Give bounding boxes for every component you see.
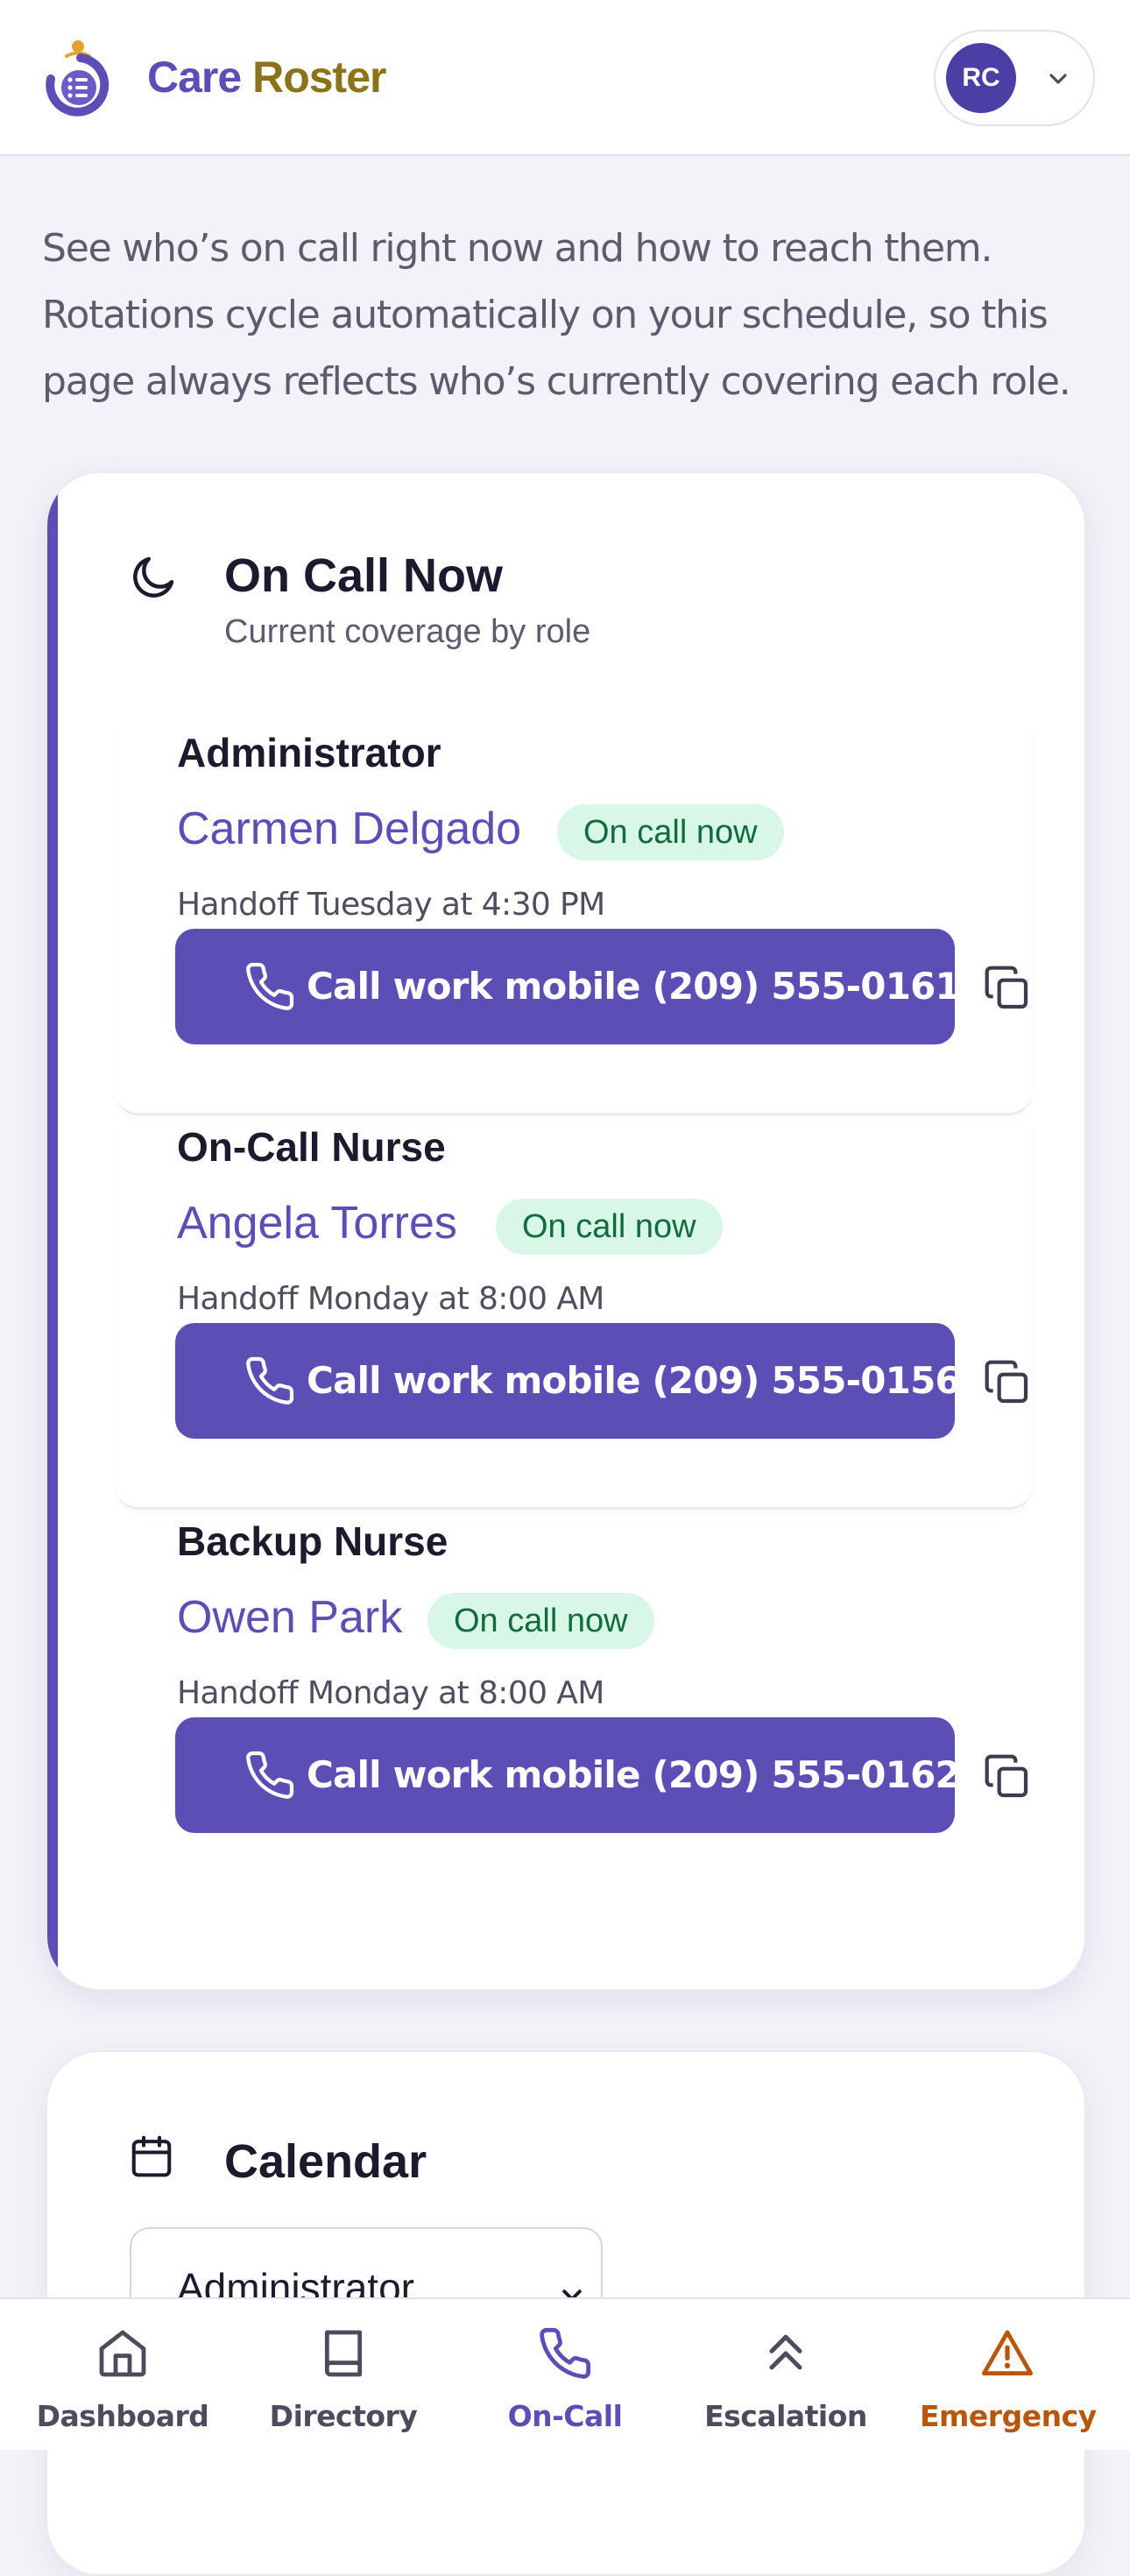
nav-label: Emergency — [920, 2399, 1097, 2433]
nav-label: Dashboard — [36, 2399, 209, 2433]
person-name[interactable]: Angela Torres — [177, 1197, 457, 1249]
nav-escalation[interactable]: Escalation — [698, 2299, 873, 2452]
person-name[interactable]: Carmen Delgado — [177, 803, 521, 855]
calendar-icon — [131, 2135, 172, 2177]
call-button-label: Call work mobile (209) 555-0156 — [307, 1359, 961, 1402]
role-title: Administrator — [177, 730, 441, 775]
nav-emergency[interactable]: Emergency — [920, 2299, 1097, 2452]
app-brand[interactable]: Care Roster — [147, 49, 386, 105]
chevron-down-icon — [1049, 74, 1067, 84]
phone-icon — [246, 1356, 294, 1405]
phone-icon — [540, 2327, 591, 2379]
copy-icon[interactable] — [983, 1752, 1032, 1801]
person-name[interactable]: Owen Park — [177, 1591, 402, 1644]
home-icon — [99, 2330, 146, 2377]
copy-icon[interactable] — [983, 1358, 1032, 1407]
role-block-backup-nurse: Backup Nurse Owen Park On call now Hando… — [116, 1518, 1032, 1901]
card-subtitle: Current coverage by role — [224, 613, 591, 650]
phone-icon — [246, 1751, 294, 1799]
call-button-label: Call work mobile (209) 555-0162 — [307, 1753, 961, 1796]
handoff-time: Handoff Tuesday at 4:30 PM — [177, 887, 605, 923]
account-menu-button[interactable]: RC — [934, 30, 1095, 126]
chevrons-up-icon — [769, 2334, 802, 2370]
on-call-now-card: On Call Now Current coverage by role Adm… — [46, 471, 1086, 1991]
role-title: Backup Nurse — [177, 1518, 448, 1564]
card-accent-bar — [47, 473, 58, 1989]
card-title: On Call Now — [224, 549, 504, 602]
phone-icon — [246, 962, 294, 1010]
call-button-label: Call work mobile (209) 555-0161 — [307, 965, 961, 1008]
call-button[interactable]: Call work mobile (209) 555-0156 — [175, 1323, 961, 1439]
avatar: RC — [946, 43, 1016, 113]
role-block-administrator: Administrator Carmen Delgado On call now… — [116, 729, 1032, 1115]
page-intro-text: See who’s on call right now and how to r… — [42, 226, 1071, 404]
nav-label: Directory — [269, 2399, 418, 2433]
book-icon — [324, 2330, 363, 2377]
bottom-navigation: Dashboard Directory On-Call Escalation E… — [0, 2297, 1130, 2450]
nav-on-call[interactable]: On-Call — [477, 2299, 653, 2452]
handoff-time: Handoff Monday at 8:00 AM — [177, 1675, 604, 1711]
care-roster-logo-icon — [46, 40, 109, 117]
status-badge: On call now — [496, 1199, 723, 1255]
moon-icon — [133, 556, 174, 598]
handoff-time: Handoff Monday at 8:00 AM — [177, 1281, 604, 1317]
copy-icon[interactable] — [983, 964, 1032, 1013]
nav-label: Escalation — [704, 2399, 867, 2433]
status-badge: On call now — [427, 1593, 654, 1649]
call-button[interactable]: Call work mobile (209) 555-0162 — [175, 1717, 961, 1833]
role-title: On-Call Nurse — [177, 1124, 446, 1170]
calendar-title: Calendar — [224, 2135, 427, 2188]
nav-dashboard[interactable]: Dashboard — [35, 2299, 210, 2452]
nav-label: On-Call — [507, 2399, 623, 2433]
call-button[interactable]: Call work mobile (209) 555-0161 — [175, 929, 961, 1044]
warning-icon — [981, 2330, 1034, 2376]
app-header: Care Roster RC — [0, 0, 1130, 156]
status-badge: On call now — [557, 804, 784, 860]
nav-directory[interactable]: Directory — [256, 2299, 431, 2452]
role-block-on-call-nurse: On-Call Nurse Angela Torres On call now … — [116, 1123, 1032, 1510]
